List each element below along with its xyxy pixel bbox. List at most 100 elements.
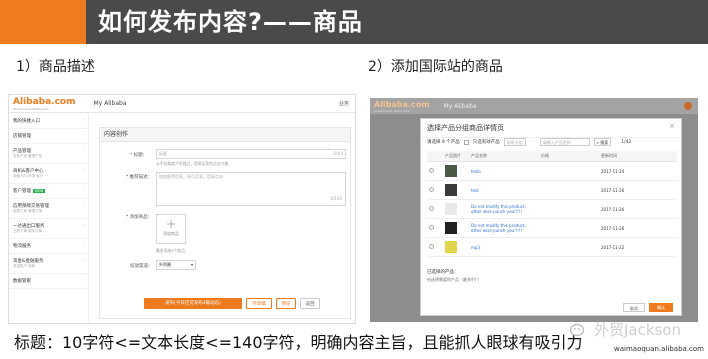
alibaba-logo[interactable]: Alibaba.com bbox=[374, 100, 430, 109]
title-input[interactable]: 标题 0/44 bbox=[156, 149, 346, 159]
left-screenshot: Alibaba.com Global trade starts here My … bbox=[8, 94, 356, 324]
chevron-right-icon: › bbox=[82, 223, 84, 228]
sidebar-item[interactable]: 客户管理 NEW › bbox=[9, 184, 88, 199]
select-product-modal: 选择产品分组商品详情页 × 请选择 9 个产品 只选有效产品 所有分组 请输入产… bbox=[420, 118, 682, 316]
product-label: * 添加商品： bbox=[126, 215, 153, 220]
sidebar-item[interactable]: 店铺管理 › bbox=[9, 129, 88, 144]
summary-textarea[interactable]: 增加推荐信息，吸引买家，提高点击 0/140 bbox=[156, 172, 346, 206]
product-name[interactable]: mp3 bbox=[469, 237, 539, 257]
topbar-menu-item[interactable]: 业务 bbox=[339, 100, 349, 107]
group-select[interactable]: 所有分组 bbox=[503, 138, 526, 146]
sidebar-item[interactable]: 商机&客户中心 询盘 RFQ市场 客户 › bbox=[9, 164, 88, 184]
product-name[interactable]: Do not modify this product, other wise p… bbox=[469, 218, 539, 238]
confirm-button[interactable]: 确认 bbox=[649, 303, 673, 312]
watermark: 外贸Jackson waimaoquan.alibaba.com bbox=[566, 317, 708, 359]
upload-hint: 最多添加9个商品 bbox=[156, 248, 185, 253]
sidebar-item[interactable]: 资金&金融服务 资金账户 收款 › bbox=[9, 254, 88, 274]
product-thumbnail bbox=[445, 164, 457, 177]
preview-button[interactable]: 预览 bbox=[276, 298, 296, 309]
channel-select[interactable]: 外贸圈 ▾ bbox=[156, 260, 196, 270]
content-panel: 内容创作 * 标题： 标题 0/44 从不同角度介绍商品，提高买家的点击兴趣 *… bbox=[99, 127, 351, 319]
sidebar-item[interactable]: 我的快捷入口 › bbox=[9, 114, 88, 129]
update-date: 2017-11-22 bbox=[599, 237, 677, 257]
update-date: 2017-11-24 bbox=[599, 161, 677, 181]
wechat-icon bbox=[570, 323, 585, 337]
left-topbar: Alibaba.com Global trade starts here My … bbox=[9, 95, 355, 113]
my-alibaba-link[interactable]: My Alibaba bbox=[93, 100, 126, 107]
only-valid-label: 只选有效产品 bbox=[472, 140, 500, 145]
title-hint: 从不同角度介绍商品，提高买家的点击兴趣 bbox=[156, 161, 229, 166]
publish-button[interactable]: 发布(今日还可发布4篇动态) bbox=[144, 298, 242, 309]
filter-label: 请选择 9 个产品 bbox=[427, 140, 460, 145]
pagination[interactable]: 1/42 bbox=[621, 140, 631, 145]
add-product-button[interactable]: + 添加商品 bbox=[156, 214, 186, 244]
notification-icon[interactable] bbox=[684, 102, 692, 110]
update-date: 2017-11-26 bbox=[599, 180, 677, 200]
chevron-right-icon: › bbox=[82, 118, 84, 123]
row-radio[interactable] bbox=[429, 206, 434, 211]
row-radio[interactable] bbox=[429, 244, 434, 249]
update-date: 2017-11-26 bbox=[599, 218, 677, 238]
chevron-right-icon: › bbox=[82, 278, 84, 283]
chevron-right-icon: › bbox=[82, 203, 84, 208]
product-thumbnail bbox=[445, 183, 457, 196]
chevron-right-icon: › bbox=[82, 133, 84, 138]
product-name[interactable]: test bbox=[469, 180, 539, 200]
selected-hint: 给选择需要的产品（最多9个） bbox=[427, 277, 482, 282]
sidebar-item[interactable]: 产品管理 发布产品 管理产品 › bbox=[9, 144, 88, 164]
title-label: * 标题： bbox=[130, 153, 148, 158]
sidebar-item[interactable]: 一达通出口服务 立即下单 服务订单 › bbox=[9, 219, 88, 239]
summary-count: 0/140 bbox=[330, 196, 342, 201]
table-row[interactable]: Do not modify this product, other wise p… bbox=[427, 199, 677, 219]
subtitle-right: 2）添加国际站的商品 bbox=[368, 59, 503, 75]
product-name[interactable]: Do not modify this product, other wise p… bbox=[469, 199, 539, 219]
table-row[interactable]: mp3 2017-11-22 bbox=[427, 237, 677, 257]
product-thumbnail bbox=[445, 221, 457, 234]
row-radio[interactable] bbox=[429, 187, 434, 192]
sidebar: 我的快捷入口 › 店铺管理 › 产品管理 发布产品 管理产品 › 商机&客户中心 询盘 R… bbox=[9, 114, 89, 323]
product-thumbnail bbox=[445, 240, 457, 253]
table-row[interactable]: Do not modify this product, other wise p… bbox=[427, 218, 677, 238]
subtitle-left: 1）商品描述 bbox=[16, 59, 95, 75]
row-radio[interactable] bbox=[429, 168, 434, 173]
my-alibaba-link[interactable]: My Alibaba bbox=[444, 103, 477, 110]
logo-tagline: Global trade starts here bbox=[374, 108, 410, 113]
sidebar-item[interactable]: 信用保障交易管理 起草订单 管理订单 › bbox=[9, 199, 88, 219]
update-date: 2017-11-26 bbox=[599, 199, 677, 219]
new-badge: NEW bbox=[33, 189, 46, 193]
chevron-right-icon: › bbox=[82, 243, 84, 248]
back-button[interactable]: 返回 bbox=[300, 298, 320, 309]
right-topbar: Alibaba.com Global trade starts here My … bbox=[370, 98, 698, 114]
summary-label: * 推荐描述： bbox=[126, 175, 153, 180]
chevron-right-icon: › bbox=[82, 168, 84, 173]
row-radio[interactable] bbox=[429, 225, 434, 230]
caption: 标题：10字符<=文本长度<=140字符，明确内容主旨，且能抓人眼球有吸引力 bbox=[14, 333, 583, 352]
modal-title: 选择产品分组商品详情页 bbox=[421, 119, 681, 138]
watermark-url: waimaoquan.alibaba.com bbox=[614, 345, 705, 353]
search-input[interactable]: 请输入产品名称 bbox=[539, 138, 590, 146]
save-draft-button[interactable]: 存草稿 bbox=[246, 298, 272, 309]
watermark-text: 外贸Jackson bbox=[594, 321, 682, 339]
table-row[interactable]: hello 2017-11-24 bbox=[427, 161, 677, 181]
close-icon[interactable]: × bbox=[669, 122, 675, 130]
cancel-button[interactable]: 取消 bbox=[623, 303, 645, 312]
product-name[interactable]: hello bbox=[469, 161, 539, 181]
title-accent bbox=[0, 0, 86, 44]
sidebar-item[interactable]: 数据管家 › bbox=[9, 274, 88, 289]
right-screenshot: Alibaba.com Global trade starts here My … bbox=[370, 98, 698, 322]
page-title: 如何发布内容?——商品 bbox=[86, 0, 708, 44]
table-header: 产品图片 产品名称 价格 更新时间 bbox=[427, 151, 677, 162]
chevron-right-icon: › bbox=[82, 258, 84, 263]
modal-filter-bar: 请选择 9 个产品 只选有效产品 所有分组 请输入产品名称 ⌕ 搜索 1/42 bbox=[427, 137, 677, 147]
alibaba-logo[interactable]: Alibaba.com bbox=[13, 97, 75, 107]
product-table: 产品图片 产品名称 价格 更新时间 hello 2017-11-24 test … bbox=[427, 151, 677, 257]
title-bar: 如何发布内容?——商品 bbox=[0, 0, 708, 44]
only-valid-checkbox[interactable] bbox=[463, 139, 469, 145]
table-row[interactable]: test 2017-11-26 bbox=[427, 180, 677, 200]
sidebar-item[interactable]: 物流服务 › bbox=[9, 239, 88, 254]
chevron-right-icon: › bbox=[82, 148, 84, 153]
channel-label: 投放渠道： bbox=[130, 264, 153, 269]
logo-tagline: Global trade starts here bbox=[13, 106, 49, 111]
chevron-right-icon: › bbox=[82, 188, 84, 193]
search-button[interactable]: ⌕ 搜索 bbox=[593, 138, 612, 146]
